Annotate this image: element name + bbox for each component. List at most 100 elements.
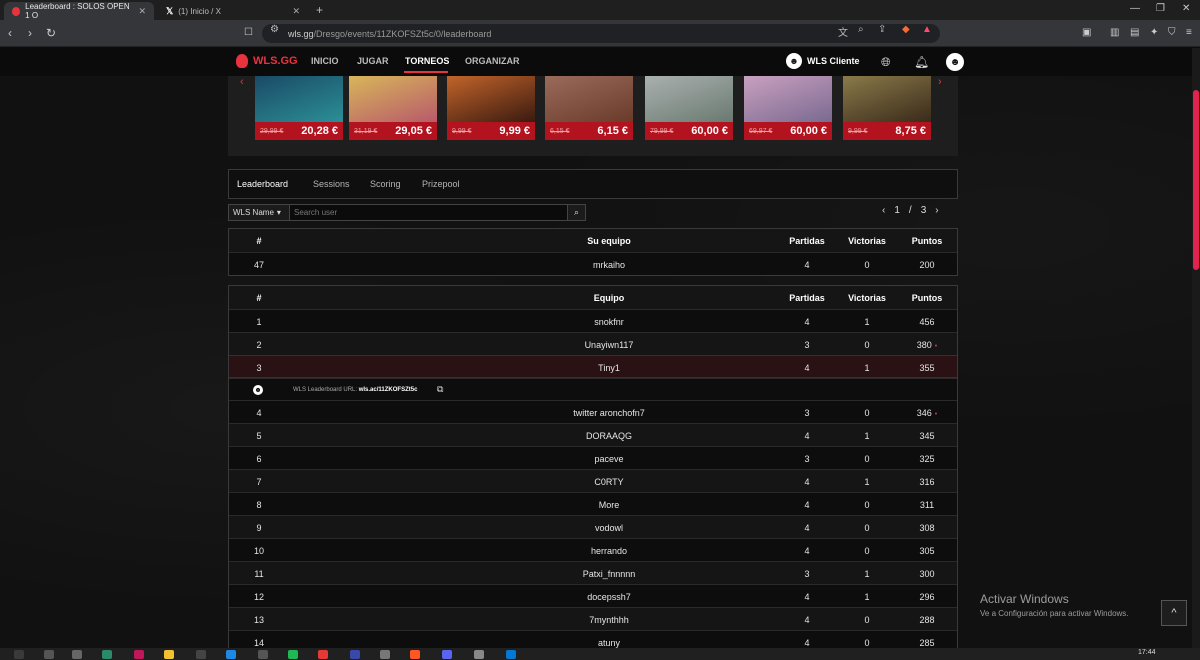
table-row-highlighted[interactable]: 3 Tiny1 4 1 355	[229, 355, 957, 378]
game-card[interactable]: 9,99 € 8,75 €	[843, 76, 931, 140]
window-close-icon[interactable]: ✕	[1182, 3, 1190, 14]
app-icon[interactable]	[102, 650, 112, 659]
nav-organizar[interactable]: ORGANIZAR	[465, 56, 520, 66]
next-page-icon[interactable]: ›	[935, 205, 938, 216]
reload-icon[interactable]: ↻	[46, 26, 56, 40]
search-button[interactable]: ⌕	[568, 204, 586, 221]
new-tab-button[interactable]: +	[316, 3, 323, 17]
matches: 4	[804, 477, 810, 487]
game-card[interactable]: 79,99 € 60,00 €	[645, 76, 733, 140]
table-row[interactable]: 8 More 4 0 311	[229, 492, 957, 515]
sidebar-icon[interactable]: ▥	[1110, 27, 1119, 38]
header-matches: Partidas	[789, 293, 825, 303]
team-name: Tiny1	[598, 363, 620, 373]
tab-sessions[interactable]: Sessions	[313, 179, 350, 189]
app-icon[interactable]	[380, 650, 390, 659]
nav-torneos[interactable]: TORNEOS	[405, 56, 449, 66]
table-row[interactable]: 14 atuny 4 0 285	[229, 630, 957, 648]
task-view-icon[interactable]	[72, 650, 82, 659]
close-icon[interactable]: ✕	[292, 6, 300, 17]
table-row[interactable]: 13 7mynthhh 4 0 288	[229, 607, 957, 630]
game-card[interactable]: 9,99 € 9,99 €	[447, 76, 535, 140]
game-card[interactable]: 69,97 € 60,00 €	[744, 76, 832, 140]
matches: 4	[804, 260, 810, 270]
app-icon[interactable]	[474, 650, 484, 659]
matches: 4	[804, 500, 810, 510]
vpn-icon[interactable]: ⛉	[1168, 27, 1176, 38]
folder-icon[interactable]	[164, 650, 174, 659]
globe-icon[interactable]: 🌐︎	[881, 55, 891, 70]
leaderboard-url[interactable]: wls.ac/11ZKOFSZt5c	[359, 387, 418, 393]
leaderboard-table: # Equipo Partidas Victorias Puntos 1 sno…	[228, 285, 958, 648]
wls-client-button[interactable]: ☻ WLS Cliente	[786, 53, 860, 69]
back-icon[interactable]: ‹	[8, 26, 12, 40]
watermark-subtitle: Ve a Configuración para activar Windows.	[980, 609, 1129, 618]
tab-x[interactable]: 𝕏 (1) Inicio / X ✕	[158, 2, 308, 20]
app-icon[interactable]	[506, 650, 516, 659]
table-row[interactable]: 11 Patxi_fnnnnn 3 1 300	[229, 561, 957, 584]
app-icon[interactable]	[226, 650, 236, 659]
table-row[interactable]: 10 herrando 4 0 305	[229, 538, 957, 561]
bell-icon[interactable]: 🔔︎	[914, 55, 929, 69]
tab-prizepool[interactable]: Prizepool	[422, 179, 460, 189]
brave-shield-icon[interactable]: ◆	[902, 24, 910, 35]
leo-icon[interactable]: ✦	[1150, 27, 1158, 38]
tab-leaderboard[interactable]: Leaderboard : SOLOS OPEN 1 O ✕	[4, 2, 154, 20]
brave-icon[interactable]	[410, 650, 420, 659]
windows-taskbar: 17:44	[0, 648, 1200, 660]
table-row[interactable]: 47 mrkaiho 4 0 200	[229, 252, 957, 275]
search-field-select[interactable]: WLS Name ▾	[228, 204, 290, 221]
discord-icon[interactable]	[442, 650, 452, 659]
search-input[interactable]	[290, 204, 568, 221]
wallet-icon[interactable]: ▤	[1130, 27, 1139, 38]
scrollbar-thumb[interactable]	[1193, 90, 1199, 270]
avatar[interactable]: ☻	[946, 53, 964, 71]
table-row[interactable]: 2 Unayiwn117 3 0 380 •	[229, 332, 957, 355]
table-row[interactable]: 1 snokfnr 4 1 456	[229, 309, 957, 332]
ghost-icon: ☻	[253, 385, 263, 395]
game-card[interactable]: 29,99 € 20,28 €	[255, 76, 343, 140]
table-row[interactable]: 4 twitter aronchofn7 3 0 346 •	[229, 400, 957, 423]
zoom-icon[interactable]: ⌕	[858, 24, 864, 35]
table-row[interactable]: 5 DORAAQG 4 1 345	[229, 423, 957, 446]
table-row[interactable]: 7 C0RTY 4 1 316	[229, 469, 957, 492]
app-icon[interactable]	[350, 650, 360, 659]
copy-icon[interactable]: ⧉	[437, 384, 443, 395]
carousel-next-icon[interactable]: ›	[938, 76, 942, 88]
bookmark-icon[interactable]: ☐	[244, 27, 253, 38]
carousel-prev-icon[interactable]: ‹	[240, 76, 244, 88]
app-icon[interactable]	[196, 650, 206, 659]
page-separator: /	[908, 205, 912, 216]
table-row[interactable]: 12 docepssh7 4 1 296	[229, 584, 957, 607]
forward-icon[interactable]: ›	[28, 26, 32, 40]
scroll-to-top-button[interactable]: ^	[1161, 600, 1187, 626]
game-card[interactable]: 6,15 € 6,15 €	[545, 76, 633, 140]
start-icon[interactable]	[14, 650, 24, 659]
screenshot-icon[interactable]: ▣	[1082, 27, 1091, 38]
tab-scoring[interactable]: Scoring	[370, 179, 401, 189]
wins: 0	[864, 546, 870, 556]
site-settings-icon[interactable]: ⚙	[270, 24, 279, 35]
table-row[interactable]: 6 paceve 3 0 325	[229, 446, 957, 469]
search-icon[interactable]	[44, 650, 54, 659]
nav-jugar[interactable]: JUGAR	[357, 56, 389, 66]
restore-icon[interactable]: ❐	[1156, 3, 1165, 14]
app-icon[interactable]	[258, 650, 268, 659]
translate-icon[interactable]: 文	[838, 24, 848, 39]
app-icon[interactable]	[318, 650, 328, 659]
points: 200	[919, 260, 935, 270]
close-icon[interactable]: ✕	[138, 6, 146, 17]
site-logo[interactable]: WLS.GG	[236, 54, 298, 68]
menu-icon[interactable]: ≡	[1186, 27, 1192, 38]
minimize-icon[interactable]: —	[1130, 3, 1140, 14]
table-row[interactable]: 9 vodowl 4 0 308	[229, 515, 957, 538]
app-icon[interactable]	[134, 650, 144, 659]
nav-inicio[interactable]: INICIO	[311, 56, 339, 66]
game-card[interactable]: 31,19 € 29,05 €	[349, 76, 437, 140]
tab-leaderboard-view[interactable]: Leaderboard	[237, 179, 288, 189]
share-icon[interactable]: ⇪	[878, 24, 886, 35]
brave-rewards-icon[interactable]: ▲	[922, 24, 932, 35]
prev-page-icon[interactable]: ‹	[882, 205, 885, 216]
spotify-icon[interactable]	[288, 650, 298, 659]
chevron-up-icon: ^	[1171, 607, 1177, 619]
